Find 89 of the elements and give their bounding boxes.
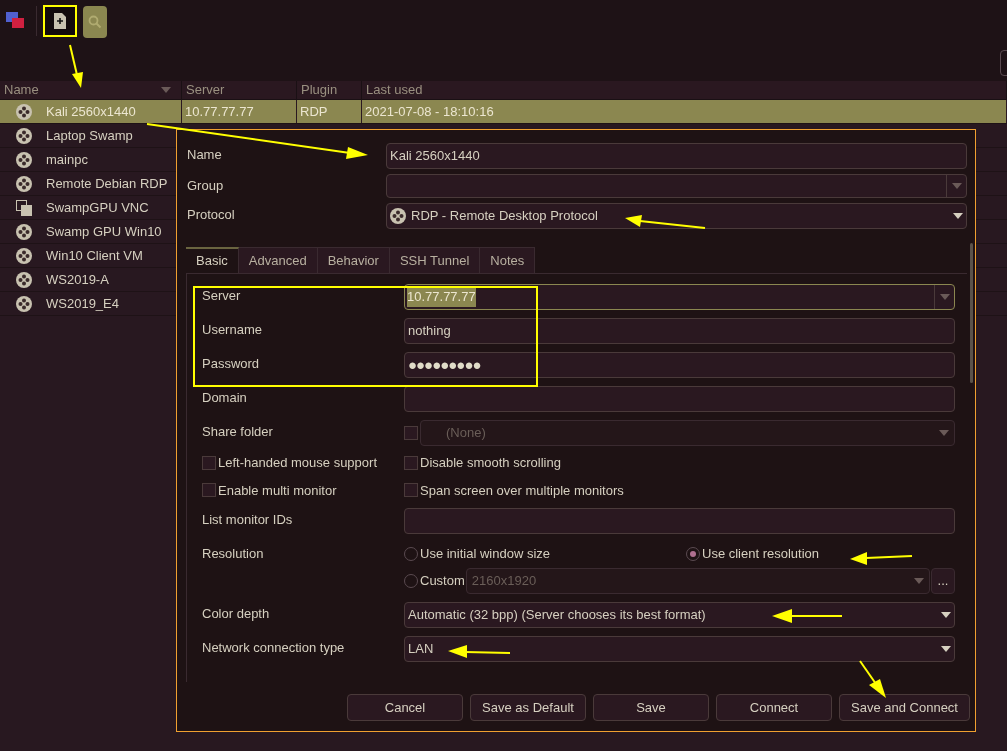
annotation-arrow bbox=[850, 552, 913, 565]
dialog-button[interactable]: Save as Default bbox=[470, 694, 586, 721]
dropdown-arrow-icon bbox=[939, 430, 949, 436]
remote-desktop-icon bbox=[16, 127, 32, 144]
checkbox[interactable] bbox=[404, 483, 418, 498]
plugin-cell-text: RDP bbox=[300, 102, 328, 121]
checkbox-label[interactable]: Left-handed mouse support bbox=[218, 453, 377, 473]
annotation-arrow bbox=[859, 660, 886, 698]
sort-arrow-icon bbox=[161, 87, 171, 93]
field-label: Username bbox=[202, 321, 263, 339]
more-button[interactable]: ... bbox=[931, 568, 955, 594]
windows-stack-icon bbox=[16, 199, 32, 216]
radio-label[interactable]: Use initial window size bbox=[420, 544, 551, 564]
search-icon bbox=[88, 15, 102, 29]
username-field[interactable]: nothing bbox=[404, 318, 955, 344]
dropdown-arrow-icon bbox=[953, 213, 963, 219]
connection-name: WS2019_E4 bbox=[46, 294, 119, 313]
remote-desktop-icon bbox=[16, 223, 32, 240]
search-button[interactable] bbox=[83, 6, 107, 38]
column-header[interactable]: Last used bbox=[362, 81, 1007, 99]
remote-desktop-icon bbox=[16, 271, 32, 288]
field-label: Color depth bbox=[202, 605, 271, 623]
connection-name: Laptop Swamp bbox=[46, 126, 133, 145]
field-label: Share folder bbox=[202, 423, 274, 441]
checkbox[interactable] bbox=[202, 455, 216, 470]
checkbox-label[interactable]: Span screen over multiple monitors bbox=[420, 480, 624, 500]
last-used-cell-text: 2021-07-08 - 18:10:16 bbox=[365, 102, 494, 121]
remote-desktop-icon bbox=[16, 295, 32, 312]
highlight-box bbox=[43, 5, 77, 37]
tab[interactable]: SSH Tunnel bbox=[389, 247, 481, 273]
dropdown-arrow-icon bbox=[939, 294, 950, 300]
dropdown-arrow-icon bbox=[941, 612, 951, 618]
connection-name: mainpc bbox=[46, 150, 88, 169]
color-depth-dropdown[interactable]: Automatic (32 bpp) (Server chooses its best format) bbox=[404, 602, 955, 628]
checkbox-label[interactable]: Enable multi monitor bbox=[218, 480, 337, 500]
network-type-dropdown[interactable]: LAN bbox=[404, 636, 955, 662]
checkbox[interactable] bbox=[202, 483, 216, 498]
remote-desktop-icon bbox=[16, 151, 32, 168]
dropdown-arrow-icon bbox=[951, 183, 962, 189]
annotation-arrow bbox=[69, 44, 83, 88]
protocol-dropdown[interactable]: RDP - Remote Desktop Protocol bbox=[386, 203, 967, 229]
scrollbar-thumb[interactable] bbox=[970, 243, 973, 383]
new-file-button[interactable] bbox=[45, 6, 75, 36]
field-label: Server bbox=[202, 287, 242, 305]
tab[interactable]: Advanced bbox=[238, 247, 318, 273]
dropdown-arrow-icon bbox=[941, 646, 951, 652]
column-header[interactable]: Plugin bbox=[297, 81, 362, 99]
connection-name: Remote Debian RDP bbox=[46, 174, 168, 193]
connection-name: WS2019-A bbox=[46, 270, 109, 289]
connection-name: SwampGPU VNC bbox=[46, 198, 149, 217]
checkbox[interactable] bbox=[404, 455, 418, 470]
remote-desktop-icon bbox=[16, 175, 32, 192]
tab[interactable]: Basic bbox=[186, 247, 239, 273]
new-document-icon bbox=[54, 13, 66, 29]
column-header[interactable]: Server bbox=[182, 81, 297, 99]
remote-desktop-icon bbox=[16, 247, 32, 264]
field-label: Resolution bbox=[202, 545, 265, 563]
field-label: Password bbox=[202, 355, 261, 373]
field-label: Network connection type bbox=[202, 639, 346, 657]
dialog-button[interactable]: Connect bbox=[716, 694, 832, 721]
dialog-button[interactable]: Cancel bbox=[347, 694, 463, 721]
dropdown-arrow-icon bbox=[914, 578, 924, 584]
annotation-arrow bbox=[448, 645, 511, 658]
checkbox[interactable] bbox=[404, 426, 418, 440]
field-label: List monitor IDs bbox=[202, 511, 294, 529]
dialog-button[interactable]: Save and Connect bbox=[839, 694, 970, 721]
domain-field[interactable] bbox=[404, 386, 955, 412]
server-cell-text: 10.77.77.77 bbox=[185, 102, 254, 121]
password-field[interactable]: ●●●●●●●●● bbox=[404, 352, 955, 378]
radio-label[interactable]: Custom bbox=[420, 571, 465, 591]
field-label: Name bbox=[187, 146, 223, 164]
remote-desktop-icon bbox=[390, 208, 406, 224]
app-logo-icon bbox=[6, 12, 24, 28]
dialog-button[interactable]: Save bbox=[593, 694, 709, 721]
connection-name: Swamp GPU Win10 bbox=[46, 222, 162, 241]
name-field[interactable]: Kali 2560x1440 bbox=[386, 143, 967, 169]
connection-name: Win10 Client VM bbox=[46, 246, 143, 265]
field-label: Domain bbox=[202, 389, 248, 407]
connection-name: Kali 2560x1440 bbox=[46, 102, 136, 121]
checkbox-label[interactable]: Disable smooth scrolling bbox=[420, 453, 561, 473]
field-label: Protocol bbox=[187, 206, 236, 224]
group-dropdown[interactable] bbox=[386, 174, 967, 198]
tab[interactable]: Behavior bbox=[317, 247, 390, 273]
tab[interactable]: Notes bbox=[480, 247, 536, 273]
radio-label[interactable]: Use client resolution bbox=[702, 544, 820, 564]
remote-desktop-icon bbox=[16, 103, 32, 120]
monitor-ids-field[interactable] bbox=[404, 508, 955, 534]
annotation-arrow bbox=[772, 609, 843, 623]
field-label: Group bbox=[187, 177, 225, 195]
